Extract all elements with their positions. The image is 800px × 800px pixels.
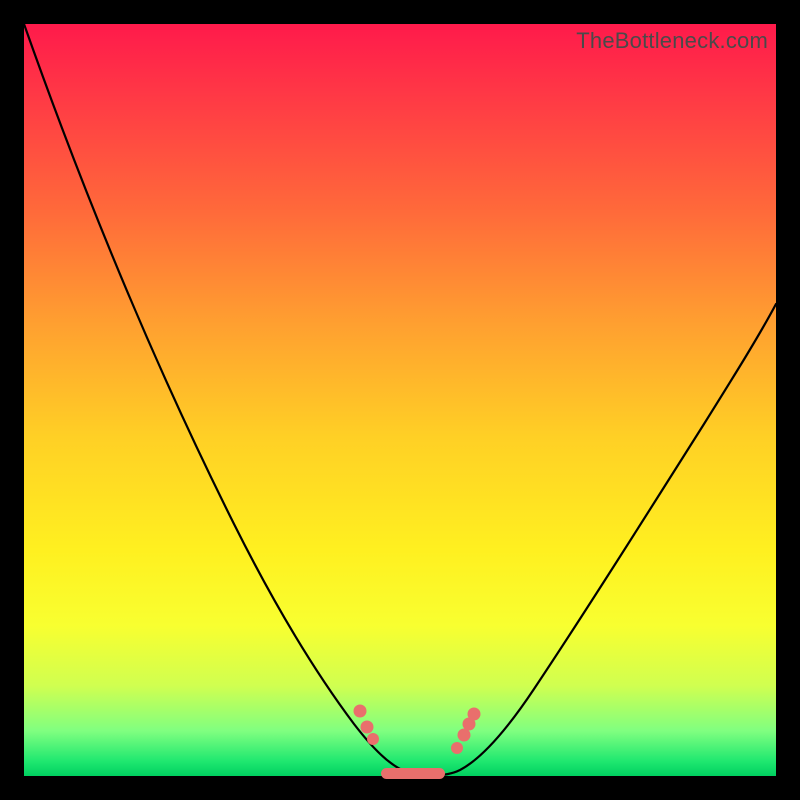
bead-dot [451,742,463,754]
curve-layer [24,24,776,776]
bead-dot [361,721,374,734]
bead-dot [354,705,367,718]
chart-plot-area: TheBottleneck.com [24,24,776,776]
bead-dot [367,733,379,745]
bead-bar [381,768,445,779]
chart-frame: TheBottleneck.com [0,0,800,800]
right-branch-curve [432,304,776,776]
left-branch-curve [24,24,432,776]
bead-dot [468,708,481,721]
